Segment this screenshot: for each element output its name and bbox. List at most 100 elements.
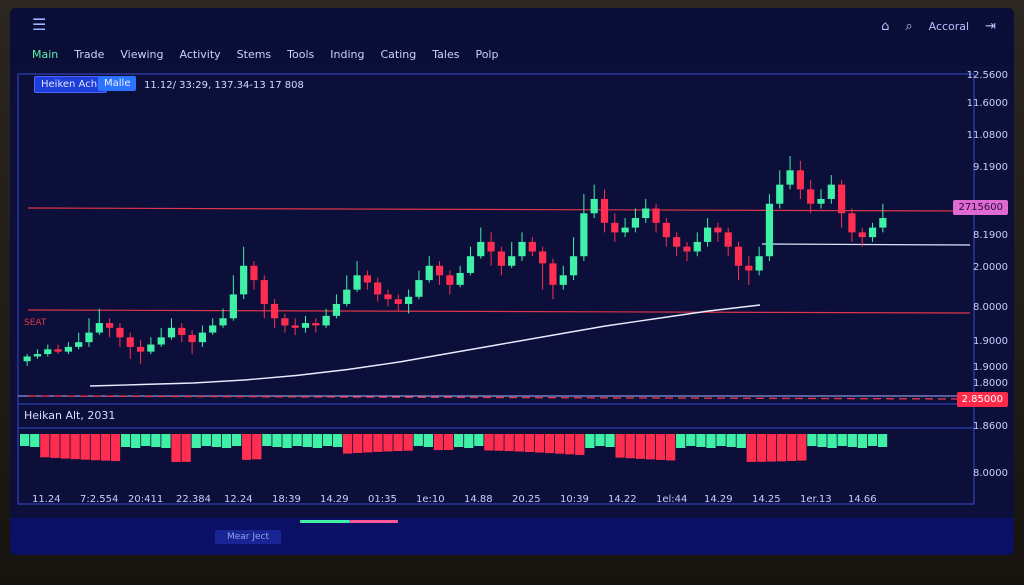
oscillator-bar	[312, 434, 322, 448]
y-axis-label: 1.8000	[973, 378, 1008, 389]
oscillator-bar	[60, 434, 70, 459]
home-icon[interactable]: ⌂	[881, 19, 889, 34]
candle-body	[580, 213, 588, 257]
candle-body	[590, 198, 598, 214]
scroll-indicator-left[interactable]	[300, 520, 350, 523]
oscillator-bar	[817, 434, 827, 447]
oscillator-bar	[322, 434, 333, 446]
menu-item-stems[interactable]: Stems	[237, 48, 272, 61]
x-axis-label: 11.24	[32, 494, 61, 505]
candle-body	[796, 170, 804, 190]
candle-body	[652, 208, 660, 223]
candle-body	[827, 184, 835, 199]
candle-body	[404, 296, 413, 304]
oscillator-bar	[262, 434, 272, 446]
x-axis-label: 01:35	[368, 494, 397, 505]
oscillator-bar	[90, 434, 100, 461]
candle-body	[559, 275, 567, 285]
price-tag-lower: 2.85000	[956, 392, 1008, 407]
x-axis-label: 14.29	[704, 494, 733, 505]
candle-body	[23, 356, 31, 362]
candle-body	[374, 282, 382, 295]
menu-item-viewing[interactable]: Viewing	[120, 48, 163, 61]
menu-item-polp[interactable]: Polp	[475, 48, 498, 61]
candle-body	[734, 246, 743, 266]
oscillator-bar	[554, 434, 565, 454]
status-bar: Mear Ject	[10, 518, 1014, 555]
candle-body	[673, 237, 681, 247]
oscillator-bar	[736, 434, 746, 448]
x-axis-label: 20.25	[512, 494, 541, 505]
resistance-label: SEAT	[24, 318, 47, 328]
menu-item-inding[interactable]: Inding	[330, 48, 364, 61]
candle-body	[147, 344, 155, 352]
candle-body	[425, 265, 433, 281]
candle-body	[116, 327, 124, 338]
menu-item-cating[interactable]: Cating	[381, 48, 417, 61]
x-axis-label: 20:411	[128, 494, 164, 505]
price-chart[interactable]: Heiken Achi Malle 11.12/ 33:29, 137.34-1…	[10, 66, 1014, 511]
oscillator-bar	[807, 434, 817, 446]
x-axis-label: 12.24	[224, 494, 253, 505]
oscillator-bar	[151, 434, 161, 447]
candle-body	[600, 198, 609, 223]
candle-body	[291, 325, 299, 328]
x-axis-label: 18:39	[272, 494, 301, 505]
top-bar: ☰ ⌂ ⌕ Accoral ⇥	[10, 8, 1014, 42]
oscillator-y-label: 8.0000	[973, 468, 1008, 479]
oscillator-bar	[211, 434, 222, 447]
logout-icon[interactable]: ⇥	[985, 19, 996, 34]
oscillator-bar	[80, 434, 90, 460]
ohlc-info: 11.12/ 33:29, 137.34-13 17 808	[144, 80, 304, 91]
oscillator-bar	[282, 434, 292, 448]
x-axis-label: 22.384	[176, 494, 211, 505]
resistance-line-lower	[27, 309, 971, 314]
y-axis-label: 2.0000	[973, 262, 1008, 273]
oscillator-bar	[837, 434, 847, 446]
candle-body	[703, 227, 712, 242]
menu-item-tools[interactable]: Tools	[287, 48, 314, 61]
scroll-indicator-right[interactable]	[350, 520, 398, 523]
y-axis-label: 1.9000	[973, 336, 1008, 347]
candle-body	[456, 272, 464, 285]
x-axis: 11.24 7:2.554 20:411 22.384 12.24 18:39 14.29 0…	[10, 494, 1014, 514]
indicator-label[interactable]: Heiken Achi	[34, 76, 107, 93]
menu-item-tales[interactable]: Tales	[432, 48, 459, 61]
oscillator-bar	[181, 434, 191, 462]
oscillator-bar	[857, 434, 868, 448]
account-label[interactable]: Accoral	[929, 20, 969, 33]
trading-app-screen: ☰ ⌂ ⌕ Accoral ⇥ Main Trade Viewing Activity…	[10, 8, 1014, 555]
menu-item-activity[interactable]: Activity	[180, 48, 221, 61]
candle-body	[435, 265, 444, 276]
x-axis-label: 1e:10	[416, 494, 445, 505]
oscillator-bar	[797, 434, 807, 461]
candle-body	[786, 170, 794, 185]
candle-body	[817, 198, 825, 204]
oscillator-bar	[120, 434, 131, 447]
candle-body	[33, 354, 42, 357]
candle-body	[209, 325, 217, 333]
candle-body	[662, 222, 670, 238]
search-icon[interactable]: ⌕	[905, 19, 912, 34]
menu-item-main[interactable]: Main	[32, 48, 58, 61]
candle-body	[219, 318, 227, 326]
menu-item-trade[interactable]: Trade	[74, 48, 104, 61]
x-axis-label: 14.66	[848, 494, 877, 505]
candle-body	[631, 218, 640, 228]
oscillator-bar	[373, 434, 383, 452]
moving-average-line	[89, 304, 761, 387]
oscillator-bar	[302, 434, 312, 447]
oscillator-bar	[474, 434, 484, 446]
oscillator-bar	[787, 434, 797, 461]
y-axis-label: 9.1900	[973, 162, 1008, 173]
hamburger-icon[interactable]: ☰	[32, 17, 52, 33]
oscillator-bar	[272, 434, 282, 447]
oscillator-bar	[625, 434, 635, 459]
x-axis-label: 1er.13	[800, 494, 832, 505]
status-pill[interactable]: Mear Ject	[215, 530, 281, 544]
oscillator-bar	[524, 434, 534, 453]
candle-body	[518, 241, 526, 257]
x-axis-label: 14.29	[320, 494, 349, 505]
oscillator-bar	[30, 434, 40, 447]
mode-label[interactable]: Malle	[98, 76, 137, 91]
